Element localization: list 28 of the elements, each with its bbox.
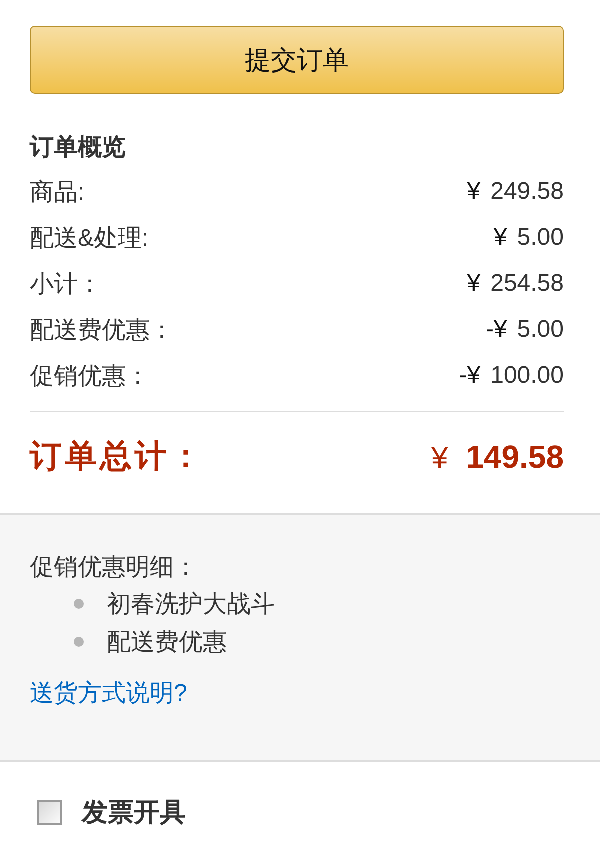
bullet-icon [74, 599, 84, 609]
order-total-label: 订单总计： [30, 437, 205, 476]
currency-sign: -¥ [486, 316, 508, 344]
invoice-label: 发票开具 [82, 796, 186, 828]
shipping-info-link[interactable]: 送货方式说明? [30, 674, 188, 714]
row-label: 商品: [30, 178, 85, 208]
amount-value: 254.58 [490, 270, 564, 298]
row-label: 配送&处理: [30, 224, 149, 254]
amount-value: 100.00 [490, 362, 564, 390]
total-currency-sign: ¥ [431, 442, 448, 476]
amount-value: 5.00 [517, 224, 564, 252]
row-label: 促销优惠： [30, 362, 150, 392]
invoice-checkbox[interactable] [37, 800, 62, 824]
currency-sign: ¥ [494, 224, 508, 252]
row-label: 配送费优惠： [30, 316, 174, 346]
bullet-icon [74, 637, 84, 647]
row-label: 小计： [30, 270, 102, 300]
promotion-title: 促销优惠明细： [30, 553, 199, 583]
promotion-item: 初春洗护大战斗 [107, 590, 275, 620]
amount-value: 5.00 [517, 316, 564, 344]
submit-order-button[interactable]: 提交订单 [30, 26, 564, 94]
currency-sign: ¥ [467, 270, 481, 298]
currency-sign: -¥ [459, 362, 481, 390]
currency-sign: ¥ [467, 178, 481, 206]
total-amount: 149.58 [466, 438, 564, 476]
summary-title: 订单概览 [30, 133, 127, 163]
promotion-item: 配送费优惠 [107, 628, 227, 658]
amount-value: 249.58 [490, 178, 564, 206]
